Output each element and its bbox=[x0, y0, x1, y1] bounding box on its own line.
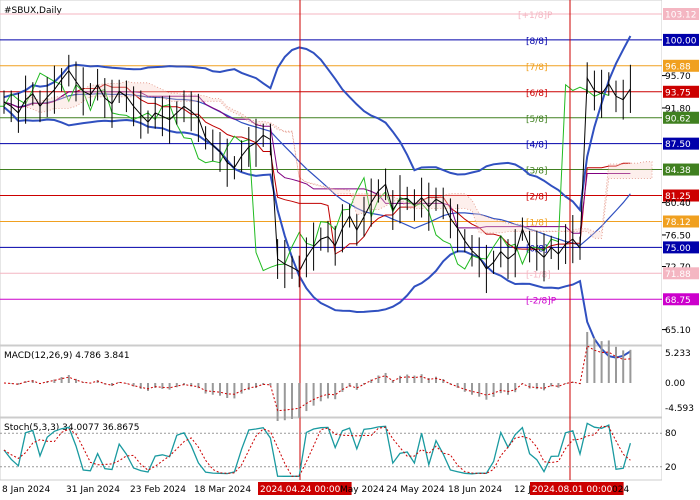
murrey-label: [2/8] bbox=[526, 193, 548, 203]
date-marker-label: 2024.04.24 00:00 bbox=[260, 485, 341, 495]
price-tag: 103.12 bbox=[665, 11, 697, 21]
date-label: 18 Mar 2024 bbox=[194, 485, 251, 495]
date-label: 18 Jun 2024 bbox=[448, 485, 502, 495]
macd-tick-label: -4.593 bbox=[665, 404, 694, 414]
macd-label: MACD(12,26,9) 4.786 3.841 bbox=[4, 351, 130, 361]
stoch-tick-label: 20 bbox=[665, 463, 677, 473]
macd-tick-label: 5.233 bbox=[665, 349, 691, 359]
stoch-tick-label: 80 bbox=[665, 429, 677, 439]
price-tag: 90.62 bbox=[665, 114, 691, 124]
date-label: 24 May 2024 bbox=[386, 485, 445, 495]
price-chart: #SBUX,Daily MACD(12,26,9) 4.786 3.841 St… bbox=[0, 0, 700, 500]
murrey-label: [4/8] bbox=[526, 141, 548, 151]
price-tag: 96.88 bbox=[665, 62, 691, 72]
stoch-label: Stoch(5,3,3) 34.0077 36.8675 bbox=[4, 423, 139, 433]
murrey-label: [+1/8]P bbox=[518, 11, 553, 21]
price-tag: 84.38 bbox=[665, 166, 691, 176]
price-tag: 71.88 bbox=[665, 270, 691, 280]
date-label: 12 J bbox=[514, 485, 531, 495]
price-tick-label: 95.70 bbox=[665, 72, 691, 82]
price-tag: 100.00 bbox=[665, 36, 697, 46]
murrey-label: [-2/8]P bbox=[526, 296, 557, 306]
price-tag: 93.75 bbox=[665, 88, 691, 98]
price-tick-label: 76.50 bbox=[665, 231, 691, 241]
price-tag: 87.50 bbox=[665, 140, 691, 150]
date-marker-label: 2024.08.01 00:00 bbox=[532, 485, 613, 495]
date-label: May 2024 bbox=[340, 485, 385, 495]
murrey-label: [-1/8] bbox=[526, 270, 551, 280]
murrey-label: [6/8] bbox=[526, 89, 548, 99]
murrey-label: [7/8] bbox=[526, 63, 548, 73]
macd-tick-label: 0.00 bbox=[665, 379, 685, 389]
date-label: 31 Jan 2024 bbox=[66, 485, 120, 495]
date-label: 8 Jan 2024 bbox=[2, 485, 50, 495]
price-tag: 68.75 bbox=[665, 296, 691, 306]
price-axis: 103.12100.0096.8895.7093.7591.8090.6287.… bbox=[662, 0, 700, 500]
price-tick-label: 80.40 bbox=[665, 199, 691, 209]
price-tag: 75.00 bbox=[665, 244, 691, 254]
date-label: 024 bbox=[612, 485, 629, 495]
murrey-label: [5/8] bbox=[526, 115, 548, 125]
price-tag: 78.12 bbox=[665, 218, 691, 228]
murrey-label: [8/8] bbox=[526, 37, 548, 47]
date-label: 23 Feb 2024 bbox=[130, 485, 186, 495]
price-tick-label: 65.10 bbox=[665, 326, 691, 336]
